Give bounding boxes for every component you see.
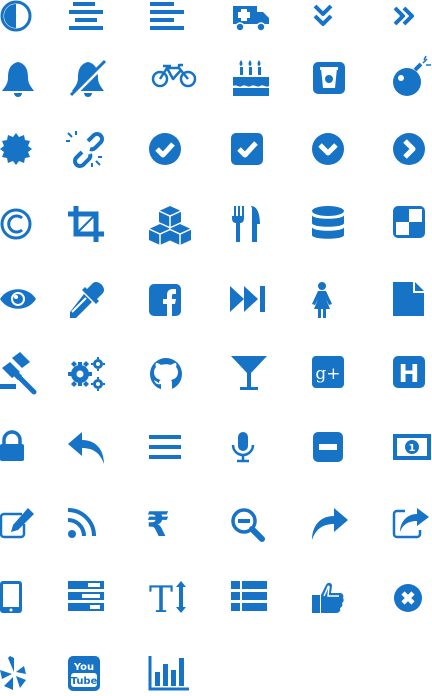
copyright-icon: [0, 206, 40, 246]
bomb-icon: [393, 55, 432, 100]
share-icon: [312, 508, 352, 548]
file-icon: [393, 282, 432, 322]
edit-icon: [0, 508, 40, 548]
bicycle-icon: [151, 60, 197, 100]
minus-square-icon: [313, 432, 353, 472]
microphone-icon: [231, 432, 271, 472]
crop-icon: [68, 206, 108, 246]
facebook-square-icon: [149, 282, 189, 322]
tablet-icon: [0, 581, 40, 621]
th-list-icon: [231, 581, 271, 621]
chain-broken-icon: [66, 131, 108, 173]
ambulance-icon: [231, 0, 271, 40]
h-square-icon: H: [393, 356, 432, 396]
cutlery-icon: [231, 206, 271, 246]
yelp-icon: [0, 656, 40, 696]
cubes-icon: [148, 206, 192, 246]
lock-icon: [0, 430, 40, 472]
mail-reply-icon: [68, 432, 108, 472]
align-left-icon: [149, 0, 189, 40]
youtube-label-bottom: Tube: [71, 676, 98, 687]
share-square-icon: [392, 508, 432, 548]
google-plus-label: g+: [315, 364, 340, 384]
check-circle-icon: [149, 133, 189, 173]
text-height-label: T: [149, 580, 173, 621]
check-square-icon: [231, 133, 271, 173]
gears-icon: [68, 356, 108, 396]
rupee-label: ₹: [146, 505, 170, 545]
certificate-icon: [0, 133, 40, 173]
gavel-icon: [0, 352, 40, 396]
delicious-icon: [393, 206, 432, 246]
search-minus-icon: [231, 508, 271, 548]
text-height-icon: T: [149, 580, 189, 621]
female-icon: [312, 282, 353, 322]
database-icon: [312, 206, 352, 246]
money-label: 1: [409, 443, 416, 454]
thumbs-o-up-icon: [312, 581, 352, 621]
fast-forward-icon: [230, 282, 270, 322]
birthday-cake-icon: [231, 60, 271, 100]
github-icon: [149, 356, 189, 396]
eye-icon: [0, 282, 40, 322]
angle-double-right-icon: [393, 0, 432, 40]
bell-icon: [0, 60, 40, 100]
h-square-label: H: [399, 359, 420, 388]
rss-icon: [67, 508, 108, 548]
times-circle-icon: [393, 581, 432, 621]
chevron-circle-down-icon: [312, 133, 352, 173]
chevron-circle-right-icon: [393, 133, 432, 173]
bitcoin-cup-icon: [313, 60, 353, 100]
google-plus-square-icon: g+: [312, 356, 352, 396]
eyedropper-icon: [68, 282, 108, 322]
glass-icon: [231, 356, 271, 396]
rupee-icon: ₹: [146, 505, 189, 548]
bar-chart-icon: [148, 656, 189, 696]
youtube-label-top: You: [73, 662, 94, 673]
angle-double-down-icon: [313, 0, 353, 40]
money-icon: 1: [393, 432, 432, 472]
menu-bars-icon: [149, 432, 189, 472]
align-center-icon: [67, 0, 107, 40]
adjust-contrast-icon: [0, 0, 40, 40]
youtube-square-icon: You Tube: [68, 656, 108, 696]
tasks-icon: [68, 581, 108, 621]
bell-slash-icon: [68, 59, 108, 100]
